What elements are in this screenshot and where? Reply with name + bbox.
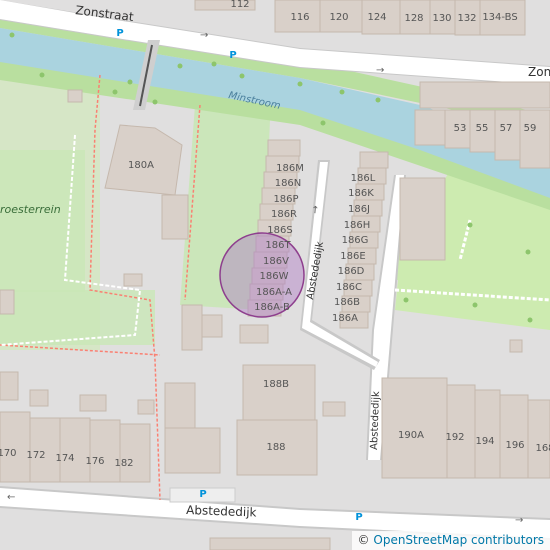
house-number: 186G	[342, 235, 369, 246]
house-number: 186N	[275, 178, 302, 189]
house-number: 130	[432, 13, 451, 24]
oneway-arrow-icon: →	[310, 205, 322, 214]
house-number: 186H	[344, 220, 371, 231]
house-number: 57	[500, 123, 513, 134]
house-number: 59	[524, 123, 537, 134]
house-number: 172	[26, 450, 45, 461]
map-canvas[interactable]: Zonstraat Zonstraat Minstroom Abstededij…	[0, 0, 550, 550]
house-number: 194	[475, 436, 494, 447]
house-number: 186A-B	[254, 302, 290, 313]
house-number: 186B	[334, 297, 360, 308]
attribution-link[interactable]: OpenStreetMap contributors	[373, 533, 544, 547]
house-number: 186P	[273, 194, 298, 205]
house-number: 132	[457, 13, 476, 24]
house-number: 182	[114, 458, 133, 469]
map-svg: Zonstraat Zonstraat Minstroom Abstededij…	[0, 0, 550, 550]
house-number: 186V	[263, 256, 289, 267]
house-number: 134-BS	[482, 12, 517, 23]
house-number: 190A	[398, 430, 424, 441]
house-number: 186A-A	[256, 287, 292, 298]
house-number: 186C	[336, 282, 362, 293]
buildings-190	[381, 339, 550, 479]
house-number: 192	[445, 432, 464, 443]
oneway-arrow-icon: →	[200, 30, 208, 41]
house-number: 188B	[263, 379, 289, 390]
street-label-abstededijk-bottom: Abstededijk	[186, 503, 257, 519]
house-number: 128	[404, 13, 423, 24]
parking-icon: P	[229, 50, 236, 61]
street-label-zonstraat-right: Zonstraat	[528, 65, 550, 79]
map-attribution: © OpenStreetMap contributors	[351, 531, 550, 550]
house-number: 180A	[128, 160, 154, 171]
grass-field-left-low	[0, 290, 155, 345]
area-label-roesterrein: roesterrein	[0, 203, 61, 216]
house-number: 116	[290, 12, 309, 23]
house-number: 186A	[332, 313, 358, 324]
street-label-abstededijk-vertical: Abstededijk	[369, 391, 382, 450]
house-number: 124	[367, 12, 386, 23]
house-number: 186D	[338, 266, 365, 277]
house-number: 186L	[351, 173, 376, 184]
house-number: 168	[535, 443, 550, 454]
house-number: 112	[230, 0, 249, 10]
house-number: 170	[0, 448, 17, 459]
building-bottom-strip	[209, 537, 331, 550]
parking-icon: P	[199, 489, 206, 500]
house-number: 186J	[348, 204, 370, 215]
house-number: 174	[55, 453, 74, 464]
oneway-arrow-icon: →	[376, 65, 384, 76]
house-number: 186S	[267, 225, 292, 236]
house-number: 186M	[276, 163, 304, 174]
house-number: 186R	[271, 209, 297, 220]
house-number: 53	[454, 123, 467, 134]
copyright-symbol: ©	[357, 533, 370, 547]
house-number: 186K	[348, 188, 374, 199]
house-number: 186E	[340, 251, 365, 262]
house-number: 176	[85, 456, 104, 467]
house-number: 186T	[265, 240, 291, 251]
house-number: 55	[476, 123, 489, 134]
house-number: 120	[329, 12, 348, 23]
oneway-arrow-icon: ←	[7, 492, 15, 503]
house-number: 196	[505, 440, 524, 451]
parking-icon: P	[116, 28, 123, 39]
buildings-188	[236, 364, 346, 476]
oneway-arrow-icon: →	[515, 515, 523, 526]
house-number: 186W	[260, 271, 289, 282]
parking-icon: P	[355, 512, 362, 523]
house-number: 188	[266, 442, 285, 453]
